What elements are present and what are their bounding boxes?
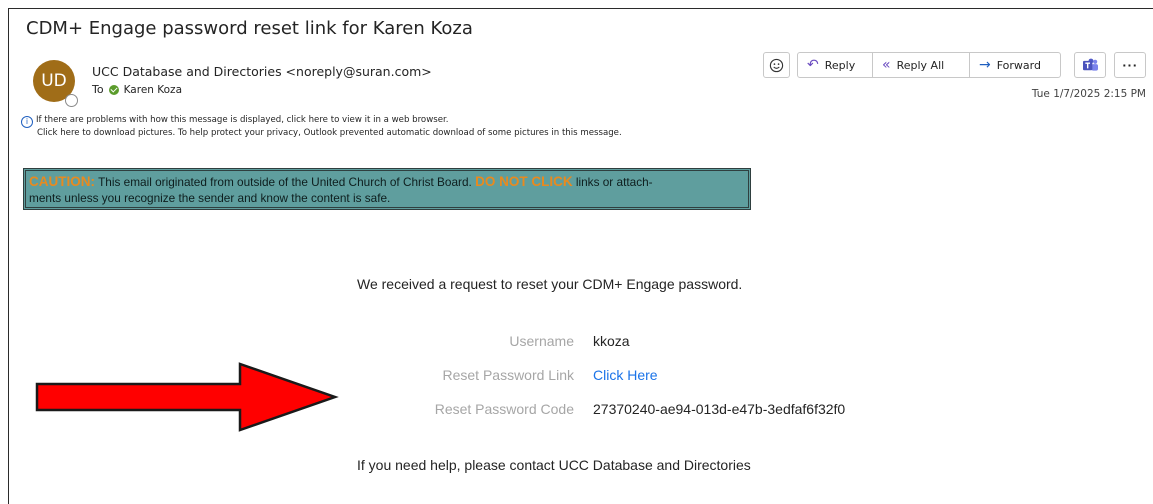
teams-toolbar xyxy=(1074,52,1106,78)
help-text: If you need help, please contact UCC Dat… xyxy=(357,457,751,473)
reset-link-label: Reset Password Link xyxy=(442,367,574,383)
reply-arrow-icon: ↶ xyxy=(807,57,819,73)
reply-all-button[interactable]: « Reply All xyxy=(872,52,970,78)
forward-button[interactable]: → Forward xyxy=(969,52,1061,78)
reset-intro: We received a request to reset your CDM+… xyxy=(357,276,743,292)
caution-prefix: CAUTION: xyxy=(29,174,95,189)
info-line-pictures[interactable]: Click here to download pictures. To help… xyxy=(21,128,622,140)
red-arrow-icon xyxy=(35,362,339,432)
more-icon: ··· xyxy=(1122,58,1138,72)
teams-button[interactable] xyxy=(1074,52,1106,78)
reply-all-icon: « xyxy=(882,57,891,73)
info-line-browser[interactable]: If there are problems with how this mess… xyxy=(36,115,448,125)
caution-banner: CAUTION: This email originated from outs… xyxy=(23,168,751,210)
avatar-initials: UD xyxy=(41,71,67,91)
teams-icon xyxy=(1082,58,1098,71)
reply-label: Reply xyxy=(824,58,856,72)
email-subject: CDM+ Engage password reset link for Kare… xyxy=(26,18,473,39)
username-label: Username xyxy=(509,333,574,349)
reset-password-link[interactable]: Click Here xyxy=(593,367,658,383)
reply-all-label: Reply All xyxy=(896,58,945,72)
reply-button[interactable]: ↶ Reply xyxy=(797,52,873,78)
info-icon: i xyxy=(21,115,33,128)
forward-arrow-icon: → xyxy=(979,57,991,73)
emoji-reaction-button[interactable] xyxy=(763,52,790,78)
to-line: To Karen Koza xyxy=(92,83,182,96)
more-toolbar: ··· xyxy=(1114,52,1146,78)
caution-text-2: links or attach- xyxy=(572,175,653,189)
to-label: To xyxy=(92,83,104,96)
available-check-icon xyxy=(108,84,119,95)
sender-name[interactable]: UCC Database and Directories <noreply@su… xyxy=(92,64,432,79)
received-date: Tue 1/7/2025 2:15 PM xyxy=(1031,88,1146,100)
reset-code-label: Reset Password Code xyxy=(434,401,574,417)
do-not-click-warning: DO NOT CLICK xyxy=(475,174,573,189)
caution-text-3: ments unless you recognize the sender an… xyxy=(29,191,391,205)
presence-status-icon xyxy=(65,94,78,107)
smiley-icon xyxy=(769,58,784,72)
recipient-name[interactable]: Karen Koza xyxy=(124,84,182,96)
info-bar[interactable]: i If there are problems with how this mes… xyxy=(21,115,622,139)
username-value: kkoza xyxy=(593,333,630,349)
emoji-toolbar xyxy=(763,52,790,78)
caution-text-1: This email originated from outside of th… xyxy=(95,175,476,189)
reset-code-value: 27370240-ae94-013d-e47b-3edfaf6f32f0 xyxy=(593,401,846,417)
more-actions-button[interactable]: ··· xyxy=(1114,52,1146,78)
reply-toolbar: ↶ Reply « Reply All → Forward xyxy=(797,52,1061,78)
forward-label: Forward xyxy=(996,58,1041,72)
